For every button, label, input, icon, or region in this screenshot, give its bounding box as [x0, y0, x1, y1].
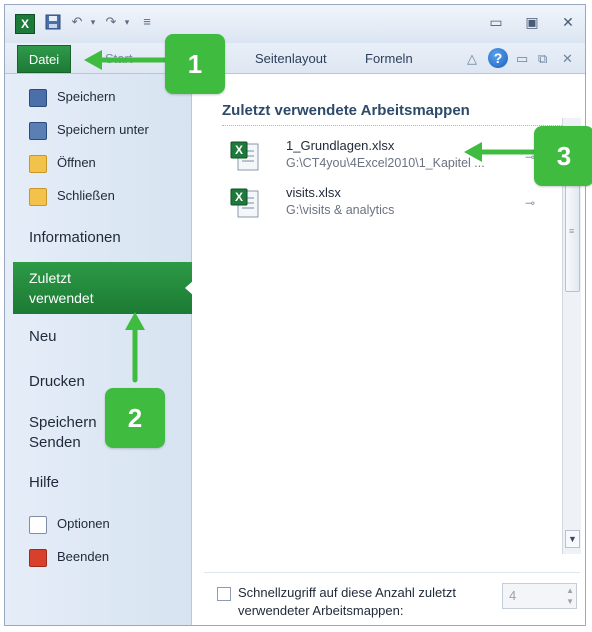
callout-1: 1 — [165, 34, 225, 94]
callout-arrowhead-2 — [125, 312, 145, 330]
annotation-arrows — [84, 50, 538, 383]
callout-3: 3 — [534, 126, 592, 186]
callout-arrowhead-1 — [84, 50, 102, 70]
callout-arrowhead-3 — [464, 142, 482, 162]
callout-2: 2 — [105, 388, 165, 448]
